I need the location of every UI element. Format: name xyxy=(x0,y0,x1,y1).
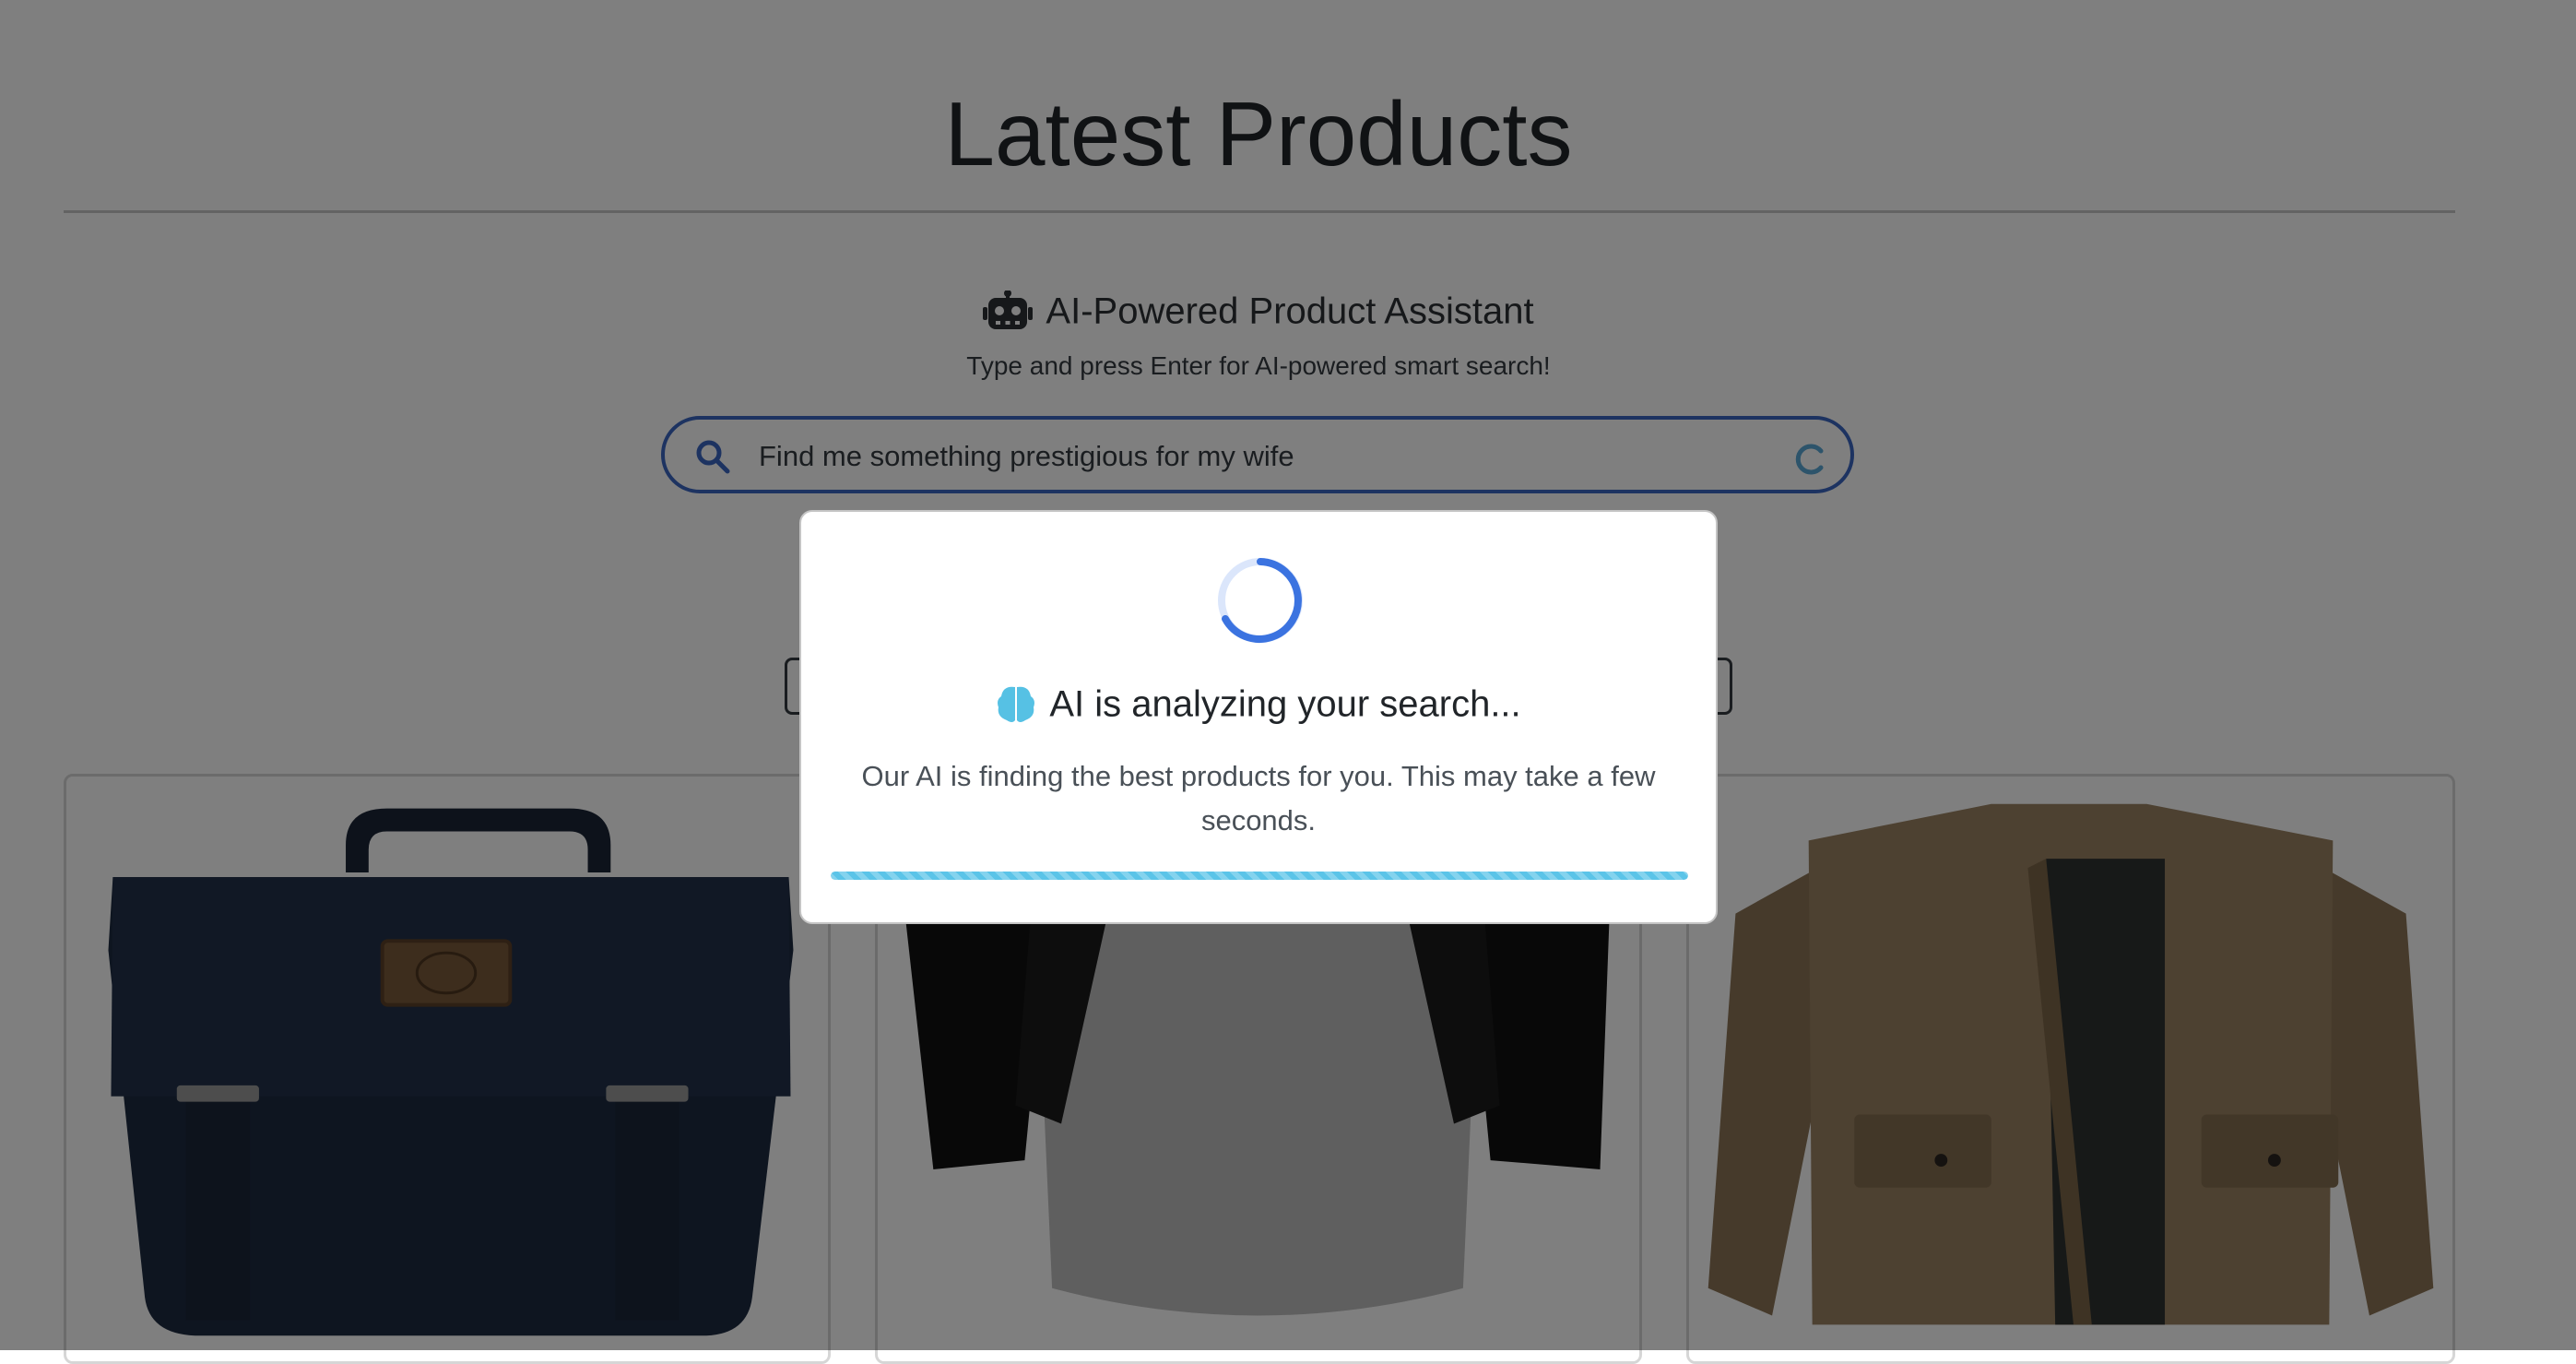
page: Latest Products AI-Powered Product Assis… xyxy=(0,0,2576,1364)
ai-loading-modal: AI is analyzing your search... Our AI is… xyxy=(799,510,1718,924)
modal-title: AI is analyzing your search... xyxy=(801,676,1716,729)
progress-bar-fill xyxy=(831,872,1688,880)
modal-message: Our AI is finding the best products for … xyxy=(861,760,1656,836)
brain-icon xyxy=(996,683,1036,724)
modal-title-text: AI is analyzing your search... xyxy=(1049,683,1521,725)
progress-bar xyxy=(831,872,1688,880)
loading-spinner-icon xyxy=(1218,558,1303,643)
